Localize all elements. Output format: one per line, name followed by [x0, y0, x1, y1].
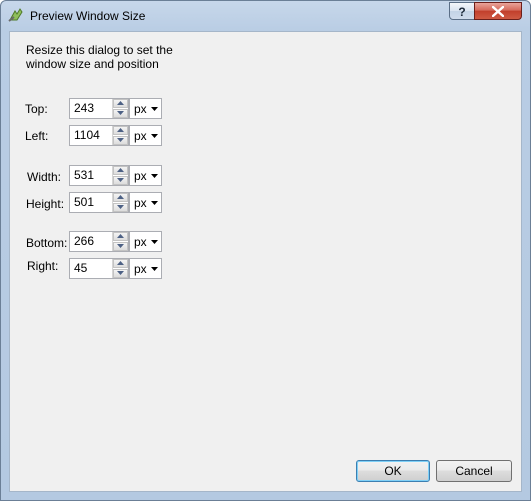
spin-up-arrow-icon — [117, 168, 124, 172]
chevron-down-icon — [151, 201, 158, 205]
bottom-spin-up-button[interactable] — [113, 232, 128, 241]
bottom-unit-value: px — [134, 235, 147, 249]
left-spin-up-button[interactable] — [113, 126, 128, 135]
bottom-spinner[interactable] — [112, 232, 128, 251]
height-spin-up-button[interactable] — [113, 193, 128, 202]
top-label: Top: — [25, 102, 48, 116]
bottom-input[interactable]: 266 — [69, 231, 129, 252]
bottom-spin-down-button[interactable] — [113, 242, 128, 251]
top-spin-up-button[interactable] — [113, 99, 128, 108]
top-input[interactable]: 243 — [69, 98, 129, 119]
close-button[interactable] — [474, 2, 522, 20]
left-unit-value: px — [134, 129, 147, 143]
chevron-down-icon — [151, 240, 158, 244]
chevron-down-icon — [151, 107, 158, 111]
left-input[interactable]: 1104 — [69, 125, 129, 146]
chevron-down-icon — [151, 174, 158, 178]
window-title: Preview Window Size — [30, 9, 146, 23]
cancel-button[interactable]: Cancel — [436, 460, 512, 482]
right-spinner[interactable] — [112, 259, 128, 278]
instructions-text: Resize this dialog to set the window siz… — [26, 43, 173, 71]
spin-down-arrow-icon — [117, 244, 124, 248]
right-spin-up-button[interactable] — [113, 259, 128, 268]
width-spinner[interactable] — [112, 166, 128, 185]
right-unit-select[interactable]: px — [129, 258, 162, 279]
left-label: Left: — [25, 129, 49, 143]
height-value: 501 — [74, 195, 95, 209]
top-spinner[interactable] — [112, 99, 128, 118]
height-unit-select[interactable]: px — [129, 192, 162, 213]
bottom-unit-select[interactable]: px — [129, 231, 162, 252]
height-input[interactable]: 501 — [69, 192, 129, 213]
bottom-label: Bottom: — [26, 236, 68, 250]
left-unit-select[interactable]: px — [129, 125, 162, 146]
spin-down-arrow-icon — [117, 178, 124, 182]
width-input[interactable]: 531 — [69, 165, 129, 186]
right-label: Right: — [27, 259, 59, 273]
top-unit-value: px — [134, 102, 147, 116]
spin-down-arrow-icon — [117, 138, 124, 142]
right-value: 45 — [74, 261, 88, 275]
spin-up-arrow-icon — [117, 195, 124, 199]
spin-down-arrow-icon — [117, 111, 124, 115]
dialog-window: Preview Window Size ? Resize this dialog… — [0, 0, 531, 501]
chevron-down-icon — [151, 267, 158, 271]
height-unit-value: px — [134, 196, 147, 210]
right-unit-value: px — [134, 262, 147, 276]
spin-up-arrow-icon — [117, 128, 124, 132]
ok-button[interactable]: OK — [356, 460, 430, 482]
width-unit-select[interactable]: px — [129, 165, 162, 186]
width-label: Width: — [27, 170, 62, 184]
left-spin-down-button[interactable] — [113, 136, 128, 145]
right-input[interactable]: 45 — [69, 258, 129, 279]
title-bar[interactable]: Preview Window Size ? — [1, 1, 530, 31]
height-spinner[interactable] — [112, 193, 128, 212]
width-spin-up-button[interactable] — [113, 166, 128, 175]
dialog-body: Resize this dialog to set the window siz… — [9, 31, 522, 492]
top-unit-select[interactable]: px — [129, 98, 162, 119]
width-unit-value: px — [134, 169, 147, 183]
close-icon — [492, 6, 504, 17]
help-icon: ? — [458, 5, 466, 19]
width-spin-down-button[interactable] — [113, 176, 128, 185]
right-spin-down-button[interactable] — [113, 269, 128, 278]
spin-up-arrow-icon — [117, 101, 124, 105]
height-label: Height: — [26, 197, 65, 211]
spin-up-arrow-icon — [117, 234, 124, 238]
help-button[interactable]: ? — [449, 2, 475, 20]
top-spin-down-button[interactable] — [113, 109, 128, 118]
bottom-value: 266 — [74, 234, 95, 248]
preview-app-icon — [8, 7, 24, 23]
spin-down-arrow-icon — [117, 271, 124, 275]
chevron-down-icon — [151, 134, 158, 138]
width-value: 531 — [74, 168, 95, 182]
top-value: 243 — [74, 101, 95, 115]
height-spin-down-button[interactable] — [113, 203, 128, 212]
spin-down-arrow-icon — [117, 205, 124, 209]
spin-up-arrow-icon — [117, 261, 124, 265]
left-value: 1104 — [74, 128, 100, 142]
left-spinner[interactable] — [112, 126, 128, 145]
